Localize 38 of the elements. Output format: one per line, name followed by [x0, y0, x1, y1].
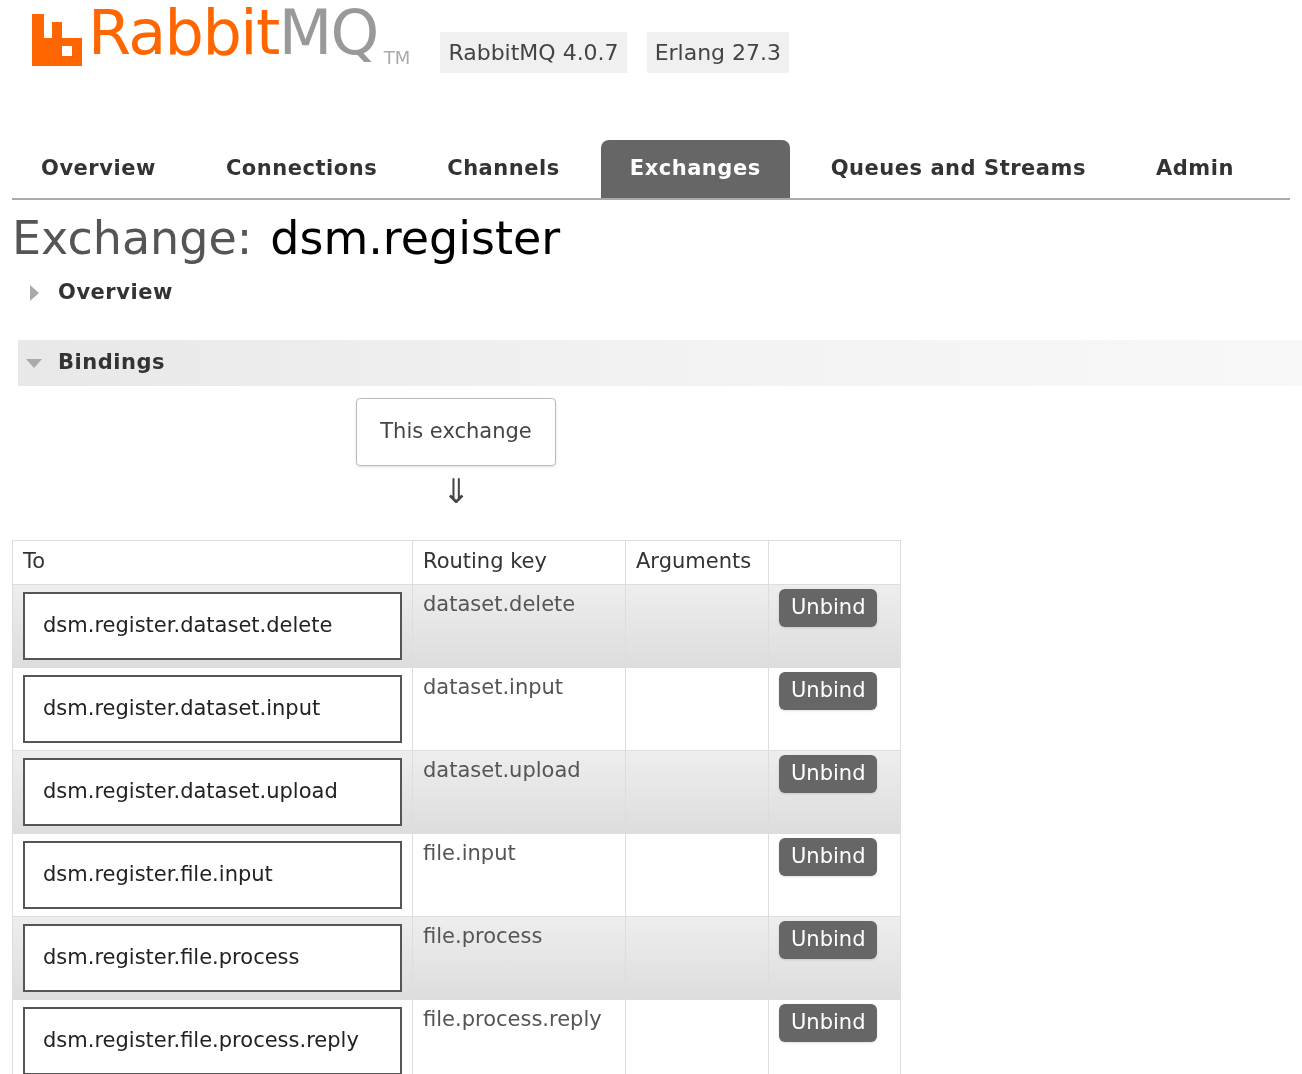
table-cell: file.process [412, 916, 626, 999]
unbind-button[interactable]: Unbind [779, 920, 878, 959]
unbind-button[interactable]: Unbind [779, 588, 878, 627]
queue-link[interactable]: dsm.register.dataset.input [23, 674, 402, 743]
nav-tab[interactable]: Overview [12, 140, 185, 198]
nav-tab[interactable]: Admin [1127, 140, 1263, 198]
column-header: Routing key [412, 540, 626, 584]
section-header[interactable]: Bindings [18, 339, 1302, 386]
source-exchange-box: This exchange [356, 397, 556, 466]
page-title: dsm.register [270, 210, 561, 267]
section-header[interactable]: Overview [18, 269, 1302, 316]
queue-link[interactable]: dsm.register.file.process.reply [23, 1006, 402, 1074]
unbind-button[interactable]: Unbind [779, 837, 878, 876]
table-cell: dataset.input [412, 667, 626, 750]
nav-tab[interactable]: Connections [196, 140, 407, 198]
nav-tab[interactable]: Exchanges [600, 140, 790, 198]
nav-tab[interactable]: Channels [418, 140, 589, 198]
column-header: Arguments [625, 540, 769, 584]
unbind-button[interactable]: Unbind [779, 1003, 878, 1042]
nav-tab[interactable]: Queues and Streams [801, 140, 1115, 198]
logo-icon [32, 14, 82, 66]
queue-link[interactable]: dsm.register.file.input [23, 840, 402, 909]
logo-text: MQ [278, 2, 378, 64]
page-title-prefix: Exchange: [12, 210, 253, 267]
unbind-button[interactable]: Unbind [779, 671, 878, 710]
down-arrow: ⇓ [441, 473, 471, 508]
queue-link[interactable]: dsm.register.dataset.delete [23, 591, 402, 660]
table-cell: dataset.upload [412, 750, 626, 833]
logo-text: Rabbit [88, 2, 279, 64]
version-label: Erlang 27.3 [646, 32, 790, 73]
column-header: To [12, 540, 413, 584]
table-cell: dataset.delete [412, 584, 626, 667]
trademark-mark: TM [383, 46, 411, 70]
queue-link[interactable]: dsm.register.file.process [23, 923, 402, 992]
table-cell: file.input [412, 833, 626, 916]
version-label: RabbitMQ 4.0.7 [440, 32, 627, 73]
unbind-button[interactable]: Unbind [779, 754, 878, 793]
queue-link[interactable]: dsm.register.dataset.upload [23, 757, 402, 826]
